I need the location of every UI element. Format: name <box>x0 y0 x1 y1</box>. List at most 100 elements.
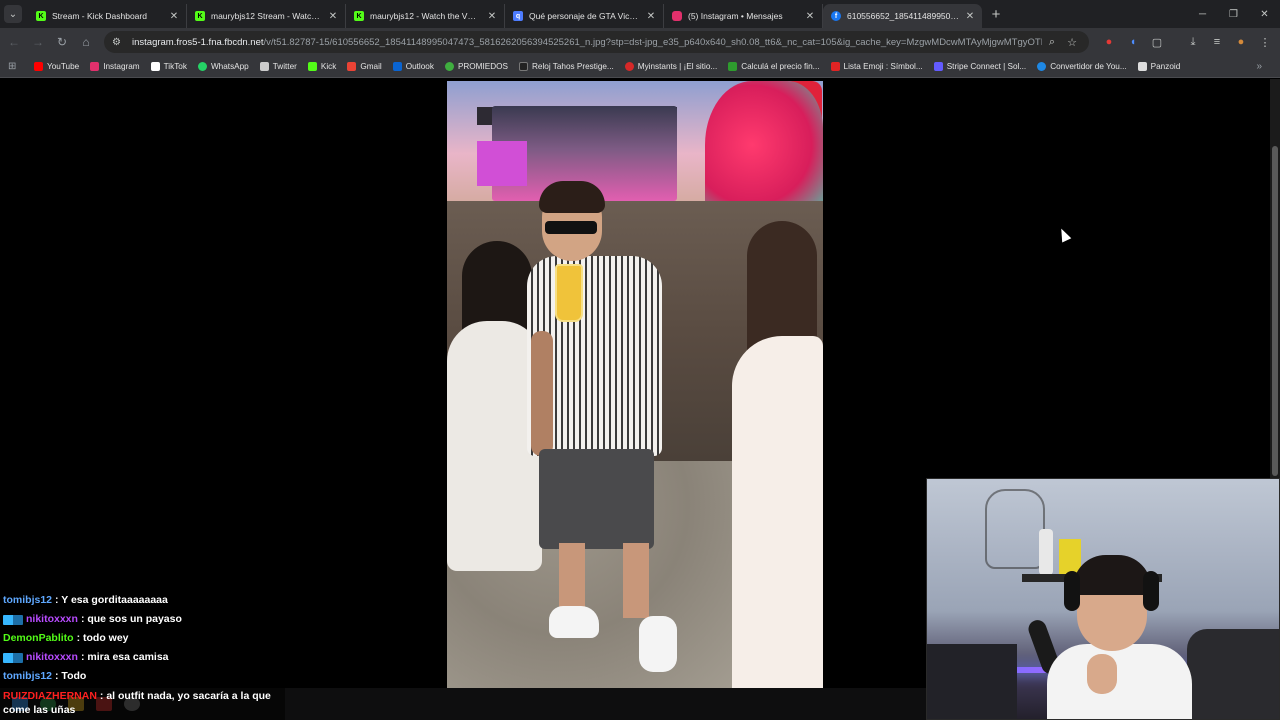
close-icon[interactable]: ✕ <box>168 11 180 22</box>
bookmark-label: PROMIEDOS <box>457 62 508 71</box>
menu-kebab-icon[interactable]: ⋮ <box>1255 32 1275 52</box>
bookmark-myinstants[interactable]: Myinstants | ¡El sitio... <box>624 62 717 71</box>
stage-screen <box>477 141 527 186</box>
address-bar[interactable]: ⚙ instagram.fros5-1.fna.fbcdn.net/v/t51.… <box>104 31 1089 53</box>
close-icon[interactable]: ✕ <box>327 11 339 22</box>
converter-icon <box>1037 62 1047 71</box>
chat-message: DemonPablito: todo wey <box>3 629 282 648</box>
close-icon[interactable]: ✕ <box>486 11 498 22</box>
bookmark-star-icon[interactable]: ☆ <box>1062 36 1082 49</box>
chat-text: : Todo <box>55 670 87 682</box>
zoom-icon[interactable]: ⌕ <box>1042 36 1062 49</box>
tab-gta-quiz[interactable]: q Qué personaje de GTA Vice City ✕ <box>505 4 664 28</box>
white-sneaker <box>549 606 599 638</box>
tab-title: Qué personaje de GTA Vice City <box>529 11 641 21</box>
url-text[interactable]: instagram.fros5-1.fna.fbcdn.net/v/t51.82… <box>132 37 1042 48</box>
extension-audio-icon[interactable]: ◖ <box>1123 32 1143 52</box>
myinstants-icon <box>624 62 634 71</box>
bookmark-emoji[interactable]: Lista Emoji : Símbol... <box>830 62 923 71</box>
bookmark-kick[interactable]: Kick <box>307 62 337 71</box>
bookmark-label: TikTok <box>163 62 187 71</box>
tiktok-icon <box>150 62 160 71</box>
bookmark-reloj[interactable]: Reloj Tahos Prestige... <box>518 62 614 71</box>
chat-username: nikitoxxxn <box>26 651 78 663</box>
bookmark-label: Panzoid <box>1150 62 1181 71</box>
media-control-icon[interactable]: ≡ <box>1207 32 1227 52</box>
bookmark-whatsapp[interactable]: WhatsApp <box>197 62 249 71</box>
stream-chat: tomibjs12: Y esa gorditaaaaaaaa nikitoxx… <box>0 589 285 720</box>
bookmark-label: Kick <box>320 62 337 71</box>
bookmark-convertidor[interactable]: Convertidor de You... <box>1037 62 1127 71</box>
calculator-icon <box>728 62 738 71</box>
bookmark-label: Lista Emoji : Símbol... <box>843 62 923 71</box>
bookmark-tiktok[interactable]: TikTok <box>150 62 187 71</box>
extension-red-icon[interactable]: ● <box>1099 32 1119 52</box>
bookmark-label: YouTube <box>47 62 80 71</box>
more-bookmarks-chevron-icon[interactable]: » <box>1256 61 1262 72</box>
subscriber-badge-icon <box>3 614 23 625</box>
bookmark-panzoid[interactable]: Panzoid <box>1137 62 1181 71</box>
monitor <box>927 644 1017 719</box>
lightning-icon <box>830 62 840 71</box>
scrollbar-thumb[interactable] <box>1272 146 1278 476</box>
stripe-icon <box>933 62 943 71</box>
chat-message: RUIZDIAZHERNAN: al outfit nada, yo sacar… <box>3 689 282 717</box>
minimize-icon[interactable]: ─ <box>1187 0 1218 28</box>
screen: ⌄ K Stream - Kick Dashboard ✕ K maurybjs… <box>0 0 1280 720</box>
yellow-cup <box>555 264 583 322</box>
download-icon[interactable]: ⤓ <box>1183 32 1203 52</box>
chat-message: nikitoxxxn: mira esa camisa <box>3 648 282 667</box>
white-sneaker <box>639 616 677 672</box>
bookmark-outlook[interactable]: Outlook <box>392 62 434 71</box>
tab-title: Stream - Kick Dashboard <box>52 11 147 21</box>
denim-shorts <box>539 449 654 549</box>
panzoid-icon <box>1137 62 1147 71</box>
tab-kick-dashboard[interactable]: K Stream - Kick Dashboard ✕ <box>28 4 187 28</box>
apps-grid-icon[interactable]: ⊞ <box>8 61 20 73</box>
home-icon[interactable]: ⌂ <box>74 30 98 54</box>
restore-icon[interactable]: ❐ <box>1218 0 1249 28</box>
tab-title: maurybjs12 - Watch the VOD o <box>370 11 482 21</box>
profile-avatar-icon[interactable]: ● <box>1231 32 1251 52</box>
bookmarks-bar: ⊞ YouTube Instagram TikTok WhatsApp Twit… <box>0 56 1280 78</box>
tab-kick-stream[interactable]: K maurybjs12 Stream - Watch Live ✕ <box>187 4 346 28</box>
site-icon: q <box>513 11 523 21</box>
shelf-bottle <box>1039 529 1053 575</box>
tab-title: maurybjs12 Stream - Watch Live <box>211 11 323 21</box>
bookmark-label: Stripe Connect | Sol... <box>946 62 1027 71</box>
kick-icon: K <box>36 11 46 21</box>
hand <box>1087 654 1117 694</box>
chat-username: RUIZDIAZHERNAN <box>3 690 97 702</box>
tab-search-chevron-icon[interactable]: ⌄ <box>4 5 22 23</box>
tab-instagram-messages[interactable]: (5) Instagram • Mensajes ✕ <box>664 4 823 28</box>
bookmark-twitter[interactable]: Twitter <box>259 62 297 71</box>
bookmark-calcula[interactable]: Calculá el precio fin... <box>728 62 820 71</box>
new-tab-button[interactable]: + <box>986 4 1006 24</box>
bookmark-promiedos[interactable]: PROMIEDOS <box>444 62 508 71</box>
close-icon[interactable]: ✕ <box>804 11 816 22</box>
close-window-icon[interactable]: ✕ <box>1249 0 1280 28</box>
bookmark-gmail[interactable]: Gmail <box>347 62 382 71</box>
bookmark-label: Twitter <box>272 62 297 71</box>
leg <box>623 543 649 618</box>
close-icon[interactable]: ✕ <box>645 11 657 22</box>
close-icon[interactable]: ✕ <box>964 11 976 22</box>
bookmark-youtube[interactable]: YouTube <box>34 62 79 71</box>
site-info-icon[interactable]: ⚙ <box>112 37 126 48</box>
festival-photo[interactable] <box>447 81 823 688</box>
kick-icon: K <box>354 11 364 21</box>
bookmark-label: Reloj Tahos Prestige... <box>531 62 614 71</box>
reload-icon[interactable]: ↻ <box>50 30 74 54</box>
bookmark-instagram[interactable]: Instagram <box>90 62 140 71</box>
site-icon <box>518 62 528 71</box>
extensions-puzzle-icon[interactable]: ▢ <box>1147 32 1167 52</box>
tab-image-active[interactable]: f 610556652_1854114899504747 ✕ <box>823 4 982 28</box>
tab-kick-vod[interactable]: K maurybjs12 - Watch the VOD o ✕ <box>346 4 505 28</box>
headset <box>1143 571 1159 611</box>
url-path: /v/t51.82787-15/610556652_18541148995047… <box>263 36 1043 48</box>
back-icon[interactable]: ← <box>2 30 26 54</box>
webcam-overlay <box>926 478 1280 720</box>
forward-icon[interactable]: → <box>26 30 50 54</box>
wall-drawing <box>985 489 1045 569</box>
bookmark-stripe[interactable]: Stripe Connect | Sol... <box>933 62 1027 71</box>
